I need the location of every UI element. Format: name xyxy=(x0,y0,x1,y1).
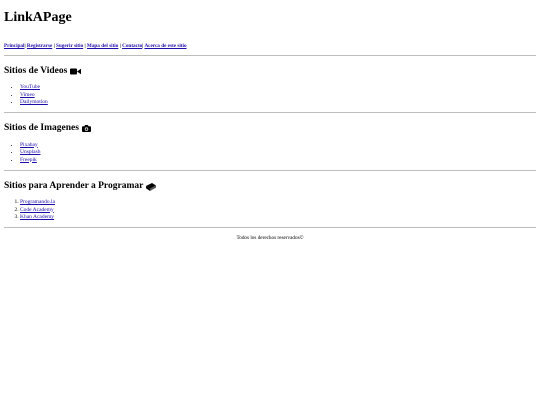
nav-separator: | xyxy=(24,43,26,49)
list-item: Pixabay xyxy=(20,142,536,150)
divider xyxy=(4,111,536,113)
section-title-images: Sitios de Imagenes xyxy=(4,123,536,134)
footer: Todos los derechos reservados© xyxy=(4,235,536,242)
nav-separator: | xyxy=(84,43,86,49)
footer-text: Todos los derechos reservados© xyxy=(236,234,304,241)
camera-icon xyxy=(81,124,91,132)
link-programando-la[interactable]: Programando.la xyxy=(20,199,55,205)
programming-sites-list: Programando.la Code Academy Khan Academy xyxy=(4,199,536,222)
nav-link-sugerir-sitio[interactable]: Sugerir sitio xyxy=(56,43,83,49)
list-item: Freepik xyxy=(20,157,536,165)
section-title-videos: Sitios de Videos xyxy=(4,66,536,77)
nav-separator: | xyxy=(53,43,55,49)
book-icon xyxy=(146,182,157,191)
list-item: YouTube xyxy=(20,84,536,92)
list-item: Vimeo xyxy=(20,92,536,100)
link-unsplash[interactable]: Unsplash xyxy=(20,149,40,155)
nav-link-acerca-de-este-sitio[interactable]: Acerca de este sitio xyxy=(144,43,186,49)
link-khan-academy[interactable]: Khan Academy xyxy=(20,214,54,220)
main-nav: Principal| Registrarse | Sugerir sitio |… xyxy=(4,43,536,50)
site-title: LinkAPage xyxy=(4,10,72,25)
image-sites-list: Pixabay Unsplash Freepik xyxy=(4,142,536,165)
nav-link-principal[interactable]: Principal xyxy=(4,43,24,49)
divider xyxy=(4,55,536,56)
link-dailymotion[interactable]: Dailymotion xyxy=(20,99,48,105)
list-item: Programando.la xyxy=(20,199,536,207)
list-item: Code Academy xyxy=(20,207,536,215)
divider xyxy=(4,170,536,171)
video-sites-list: YouTube Vimeo Dailymotion xyxy=(4,84,536,107)
link-pixabay[interactable]: Pixabay xyxy=(20,142,38,148)
nav-link-registrarse[interactable]: Registrarse xyxy=(27,43,52,49)
section-title-programming: Sitios para Aprender a Programar xyxy=(4,181,536,192)
nav-separator: | xyxy=(119,43,121,49)
nav-link-contacto[interactable]: Contacto xyxy=(122,43,142,49)
divider xyxy=(4,226,536,228)
link-freepik[interactable]: Freepik xyxy=(20,157,37,163)
link-code-academy[interactable]: Code Academy xyxy=(20,207,54,213)
link-vimeo[interactable]: Vimeo xyxy=(20,92,35,98)
section-title-text: Sitios de Imagenes xyxy=(4,122,79,133)
page: LinkAPage Principal| Registrarse | Suger… xyxy=(0,0,540,242)
list-item: Unsplash xyxy=(20,149,536,157)
list-item: Khan Academy xyxy=(20,214,536,222)
nav-link-mapa-del-sitio[interactable]: Mapa del sitio xyxy=(87,43,118,49)
section-title-text: Sitios de Videos xyxy=(4,66,68,76)
link-youtube[interactable]: YouTube xyxy=(20,84,40,90)
video-camera-icon xyxy=(70,68,82,75)
section-title-text: Sitios para Aprender a Programar xyxy=(4,181,144,191)
list-item: Dailymotion xyxy=(20,99,536,107)
